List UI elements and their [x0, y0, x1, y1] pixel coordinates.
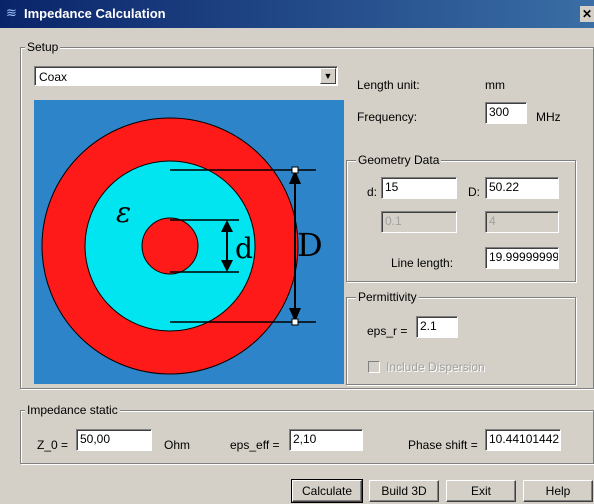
permittivity-legend: Permittivity [356, 290, 419, 304]
d-label: d [235, 232, 253, 265]
line-type-value: Coax [39, 70, 68, 84]
eps-eff-label: eps_eff = [230, 438, 280, 452]
D-handle-bottom [291, 318, 299, 326]
eps-r-label: eps_r = [367, 324, 408, 338]
exit-button[interactable]: Exit [446, 480, 516, 502]
D-label: D [297, 226, 323, 264]
build-3d-button[interactable]: Build 3D [369, 480, 439, 502]
eps-r-input[interactable]: 2.1 [416, 316, 458, 338]
frequency-input[interactable]: 300 [485, 102, 527, 124]
line-length-label: Line length: [391, 256, 454, 270]
length-unit-label: Length unit: [357, 78, 420, 92]
coax-diagram: ε d D [34, 100, 344, 384]
z0-label: Z_0 = [37, 438, 69, 452]
d-tolerance-input: 0.1 [381, 211, 457, 233]
length-unit-value: mm [485, 78, 505, 92]
help-button[interactable]: Help [523, 480, 593, 502]
eps-eff-output: 2,10 [289, 429, 363, 451]
setup-legend: Setup [25, 40, 61, 54]
line-type-dropdown[interactable]: Coax ▼ [34, 66, 338, 86]
z0-output: 50,00 [76, 429, 152, 451]
phase-shift-output: 10.44101442 [485, 429, 561, 451]
D-input[interactable]: 50.22 [485, 177, 559, 199]
frequency-unit: MHz [536, 110, 561, 124]
title-bar: ≋ Impedance Calculation ✕ [0, 0, 594, 28]
geometry-legend: Geometry Data [356, 153, 442, 167]
d-input[interactable]: 15 [381, 177, 457, 199]
impedance-legend: Impedance static [25, 403, 120, 417]
D-field-label: D: [468, 185, 480, 199]
d-field-label: d: [367, 185, 378, 199]
app-icon: ≋ [6, 5, 17, 20]
phase-shift-label: Phase shift = [408, 438, 478, 452]
line-length-input[interactable]: 19.99999999 [485, 247, 559, 269]
z0-unit: Ohm [164, 438, 191, 452]
include-dispersion-checkbox[interactable] [368, 361, 380, 373]
include-dispersion-label: Include Dispersion [386, 360, 485, 374]
chevron-down-icon[interactable]: ▼ [320, 68, 336, 84]
epsilon-label: ε [116, 196, 131, 229]
D-tolerance-input: 4 [485, 211, 559, 233]
inner-conductor [141, 217, 199, 275]
close-icon[interactable]: ✕ [580, 6, 594, 22]
D-handle-top [291, 166, 299, 174]
coax-svg: ε d D [34, 100, 344, 384]
calculate-button[interactable]: Calculate [291, 479, 363, 503]
window-title: Impedance Calculation [24, 6, 166, 21]
frequency-label: Frequency: [357, 110, 418, 124]
